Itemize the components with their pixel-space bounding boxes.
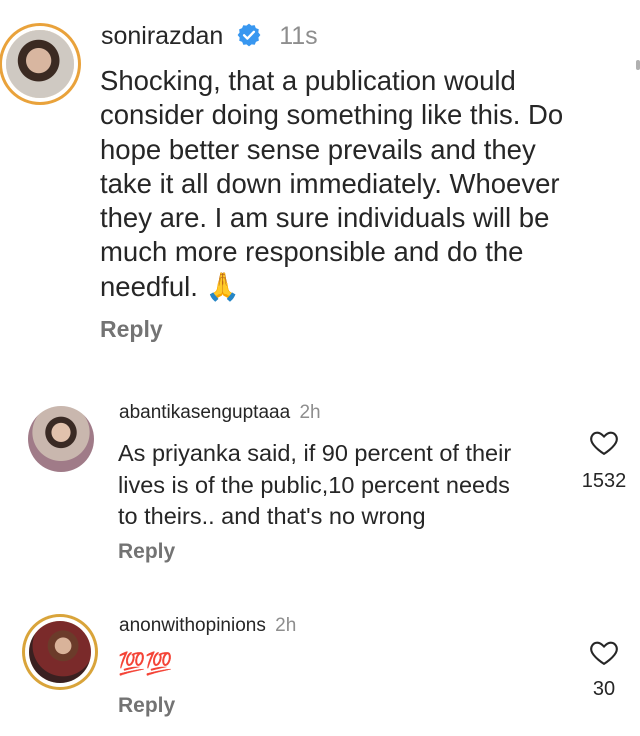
username-text[interactable]: sonirazdan: [101, 22, 223, 50]
verified-badge-icon: [237, 24, 261, 47]
reply-button[interactable]: Reply: [118, 540, 175, 564]
heart-outline-icon[interactable]: [589, 638, 619, 666]
like-count: 1532: [581, 470, 627, 492]
username-text[interactable]: anonwithopinions: [119, 615, 266, 636]
timestamp: 2h: [299, 402, 321, 423]
avatar[interactable]: [29, 621, 91, 683]
username[interactable]: sonirazdan 11s: [101, 22, 318, 51]
username[interactable]: anonwithopinions 2h: [119, 615, 296, 637]
heart-outline-icon[interactable]: [589, 428, 619, 456]
comment-text: As priyanka said, if 90 percent of their…: [118, 440, 512, 529]
username-text[interactable]: abantikasenguptaaa: [119, 402, 290, 423]
comment-anonwithopinions: anonwithopinions 2h 💯💯 Reply 30: [0, 590, 640, 736]
avatar[interactable]: [6, 30, 74, 98]
scroll-indicator: [636, 60, 640, 70]
comment-abantikasenguptaaa: abantikasenguptaaa 2h As priyanka said, …: [0, 380, 640, 590]
comment-text: 💯💯: [118, 651, 173, 676]
comment-text: Shocking, that a publication would consi…: [100, 65, 564, 302]
like-count: 30: [592, 678, 616, 700]
comment-sonirazdan: sonirazdan 11s Shocking, that a publicat…: [0, 0, 640, 380]
reply-button[interactable]: Reply: [100, 316, 163, 343]
timestamp: 2h: [275, 615, 297, 636]
timestamp: 11s: [279, 22, 318, 50]
username[interactable]: abantikasenguptaaa 2h: [119, 402, 321, 424]
avatar[interactable]: [28, 406, 94, 472]
reply-button[interactable]: Reply: [118, 694, 175, 718]
